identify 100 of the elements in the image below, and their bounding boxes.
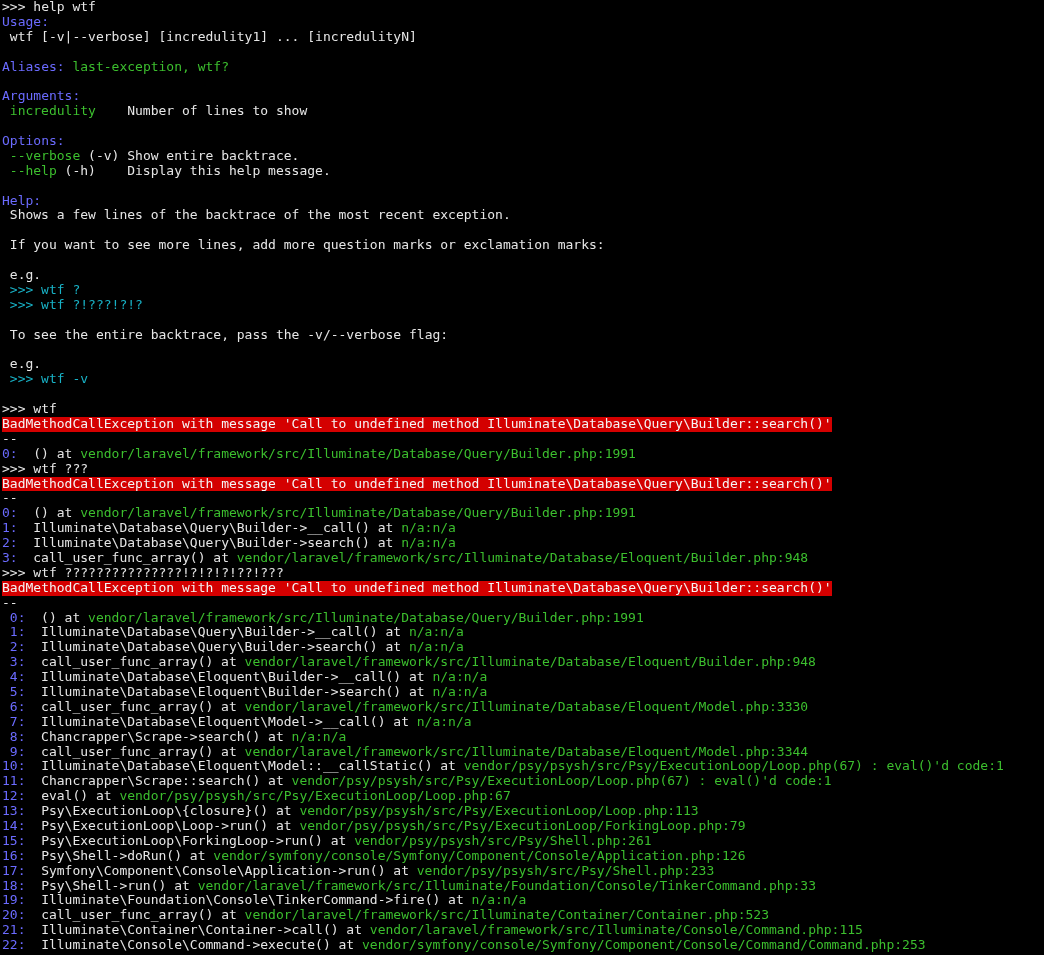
example-command: >>> wtf ? <box>9 282 81 298</box>
file-path: n/a:n/a <box>416 714 472 730</box>
file-path: vendor/psy/psysh/src/Psy/ExecutionLoop/Loop.php(67) : eval()'d code:1 <box>463 759 1004 775</box>
error-message: BadMethodCallException with message 'Call to undefined method Illuminate\Database\Query\Builder::search()' <box>2 476 832 492</box>
file-path: n/a:n/a <box>471 893 527 909</box>
frame-call: Psy\ExecutionLoop\{closure}() at <box>41 804 292 819</box>
frame-call: Illuminate\Database\Eloquent\Builder->search() at <box>41 684 425 700</box>
file-path: vendor/psy/psysh/src/Psy/ExecutionLoop/ForkingLoop.php:79 <box>299 819 746 834</box>
terminal-text: >>> wtf <box>2 402 57 417</box>
frame-call: Illuminate\Database\Eloquent\Model->__call() at <box>41 714 409 730</box>
terminal-text: e.g. <box>9 357 42 373</box>
frame-index: 10: <box>2 759 26 775</box>
terminal-text: Number of lines to show <box>126 104 308 120</box>
frame-call: () at <box>33 506 73 522</box>
frame-index: 0: <box>2 446 18 462</box>
frame-index: 1: <box>9 625 26 641</box>
frame-call: () at <box>33 446 73 462</box>
file-path: n/a:n/a <box>401 521 456 537</box>
frame-call: eval() at <box>41 789 112 805</box>
terminal-text: >>> help wtf <box>2 0 96 15</box>
frame-index: 4: <box>9 670 26 685</box>
terminal-text: -- <box>2 595 18 611</box>
terminal-text: e.g. <box>9 268 42 283</box>
section-heading: Options: <box>2 134 65 149</box>
section-heading: Aliases: <box>2 59 65 75</box>
file-path: vendor/laravel/framework/src/Illuminate/Database/Eloquent/Model.php:3330 <box>244 699 809 715</box>
file-path: vendor/laravel/framework/src/Illuminate/Container/Container.php:523 <box>244 908 769 924</box>
terminal-text: -- <box>2 491 18 507</box>
file-path: vendor/laravel/framework/src/Illuminate/Database/Eloquent/Model.php:3344 <box>244 744 809 760</box>
frame-index: 0: <box>2 506 18 522</box>
example-command: >>> wtf ?!???!?!? <box>9 297 143 313</box>
frame-call: call_user_func_array() at <box>41 908 237 924</box>
file-path: vendor/psy/psysh/src/Psy/ExecutionLoop/Loop.php:67 <box>119 789 511 805</box>
frame-call: Illuminate\Database\Query\Builder->search() at <box>41 640 402 656</box>
file-path: n/a:n/a <box>432 670 488 685</box>
frame-index: 17: <box>2 863 26 879</box>
terminal-text: If you want to see more lines, add more question marks or exclamation marks: <box>9 238 605 254</box>
terminal-text: >>> wtf ??? <box>2 461 89 477</box>
frame-index: 7: <box>9 714 26 730</box>
frame-index: 11: <box>2 774 26 790</box>
frame-index: 5: <box>9 684 26 700</box>
frame-call: Illuminate\Foundation\Console\TinkerCommand->fire() at <box>41 893 464 909</box>
frame-index: 13: <box>2 804 26 819</box>
file-path: vendor/laravel/framework/src/Illuminate/Database/Query/Builder.php:1991 <box>80 506 636 522</box>
file-path: n/a:n/a <box>408 625 464 641</box>
file-path: n/a:n/a <box>408 640 464 656</box>
file-path: vendor/laravel/framework/src/Illuminate/Database/Query/Builder.php:1991 <box>80 446 636 462</box>
frame-call: Psy\ExecutionLoop\Loop->run() at <box>41 819 292 834</box>
file-path: vendor/symfony/console/Symfony/Component/Console/Command/Command.php:253 <box>362 938 926 953</box>
frame-call: Chancrapper\Scrape::search() at <box>41 774 284 790</box>
frame-index: 0: <box>9 610 26 626</box>
frame-call: call_user_func_array() at <box>41 699 237 715</box>
frame-call: Psy\Shell->doRun() at <box>41 848 206 864</box>
frame-index: 18: <box>2 878 26 894</box>
file-path: vendor/laravel/framework/src/Illuminate/Database/Eloquent/Builder.php:948 <box>236 550 809 566</box>
file-path: vendor/laravel/framework/src/Illuminate/Database/Query/Builder.php:1991 <box>88 610 644 626</box>
example-command: >>> wtf -v <box>9 372 89 388</box>
frame-index: 22: <box>2 938 26 953</box>
frame-index: 16: <box>2 848 26 864</box>
frame-call: Symfony\Component\Console\Application->run() at <box>41 863 409 879</box>
frame-call: Chancrapper\Scrape->search() at <box>41 729 284 745</box>
frame-call: call_user_func_array() at <box>41 655 237 671</box>
file-path: vendor/psy/psysh/src/Psy/Shell.php:261 <box>354 833 652 849</box>
file-path: vendor/psy/psysh/src/Psy/ExecutionLoop/Loop.php:113 <box>299 804 699 819</box>
file-path: vendor/laravel/framework/src/Illuminate/Foundation/Console/TinkerCommand.php:33 <box>197 878 816 894</box>
error-message: BadMethodCallException with message 'Call to undefined method Illuminate\Database\Query\Builder::search()' <box>2 416 832 432</box>
section-heading: Usage: <box>2 14 49 30</box>
frame-index: 3: <box>9 655 26 671</box>
file-path: vendor/symfony/console/Symfony/Component/Console/Application.php:126 <box>213 848 746 864</box>
frame-index: 1: <box>2 521 18 537</box>
highlighted-text: --verbose <box>9 148 81 164</box>
terminal-text: wtf [-v|--verbose] [incredulity1] ... [incredulityN] <box>9 29 417 45</box>
terminal-text: (-h) Display this help message. <box>63 163 331 179</box>
section-heading: Help: <box>2 193 42 209</box>
file-path: vendor/laravel/framework/src/Illuminate/Console/Command.php:115 <box>369 923 863 939</box>
file-path: vendor/psy/psysh/src/Psy/Shell.php:233 <box>416 863 715 879</box>
frame-call: Psy\Shell->run() at <box>41 878 190 894</box>
frame-call: Illuminate\Database\Query\Builder->search() at <box>33 536 394 551</box>
section-heading: Arguments: <box>2 89 81 105</box>
frame-index: 15: <box>2 833 26 849</box>
highlighted-text: --help <box>9 163 57 179</box>
file-path: n/a:n/a <box>401 536 456 551</box>
frame-call: Illuminate\Container\Container->call() at <box>41 923 363 939</box>
frame-call: Illuminate\Database\Eloquent\Model::__callStatic() at <box>41 759 456 775</box>
frame-call: Illuminate\Database\Eloquent\Builder->__call() at <box>41 670 425 685</box>
frame-index: 12: <box>2 789 26 805</box>
frame-index: 3: <box>2 550 18 566</box>
terminal-text: >>> wtf ???????????????!?!?!?!??!??? <box>2 565 284 581</box>
frame-index: 9: <box>9 744 26 760</box>
frame-call: Psy\ExecutionLoop\ForkingLoop->run() at <box>41 833 347 849</box>
frame-call: Illuminate\Database\Query\Builder->__call() at <box>33 521 394 537</box>
frame-call: call_user_func_array() at <box>33 550 229 566</box>
terminal-text: -- <box>2 431 18 447</box>
terminal-text: (-v) Show entire backtrace. <box>87 148 300 164</box>
frame-call: Illuminate\Database\Query\Builder->__call() at <box>41 625 402 641</box>
frame-index: 14: <box>2 819 26 834</box>
frame-index: 2: <box>2 536 18 551</box>
file-path: n/a:n/a <box>432 684 488 700</box>
highlighted-text: last-exception, wtf? <box>71 59 229 75</box>
frame-index: 2: <box>9 640 26 656</box>
